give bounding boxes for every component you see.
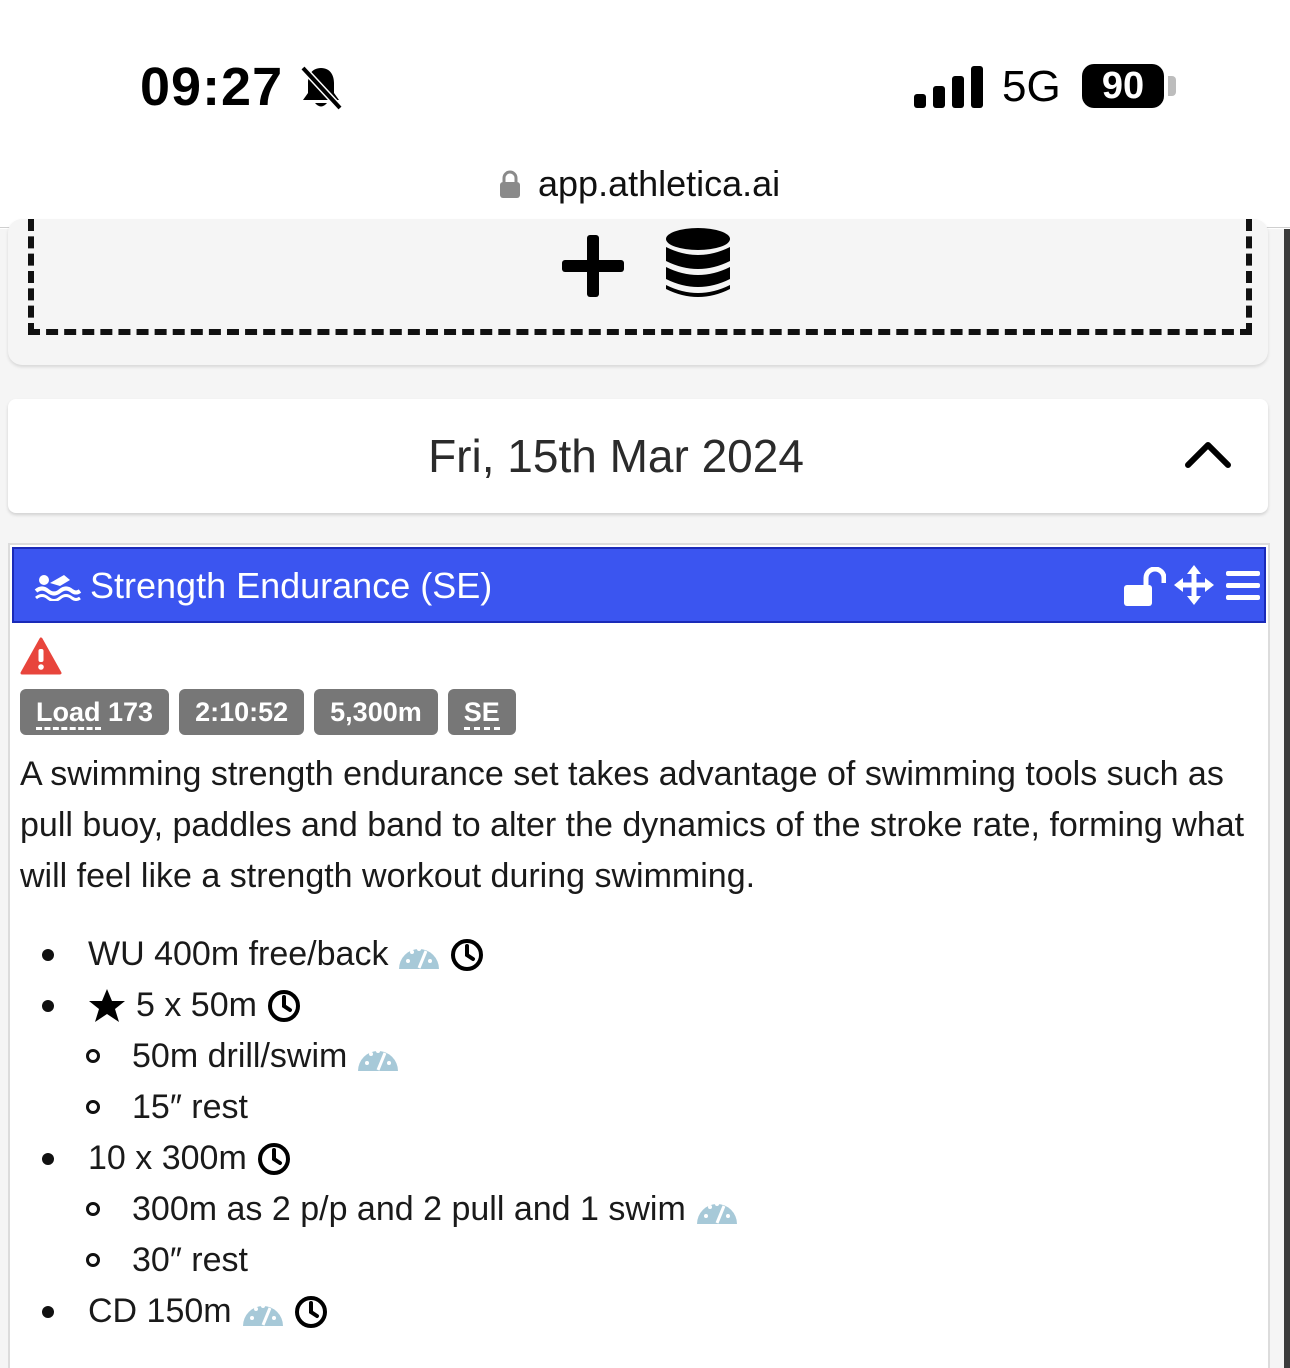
sub-bullet [86, 1049, 100, 1063]
day-header-card[interactable]: Fri, 15th Mar 2024 [8, 399, 1268, 513]
sub-bullet [86, 1202, 100, 1216]
lock-icon [500, 170, 520, 198]
status-bar: 09:27 5G 90 [0, 0, 1290, 150]
unlock-icon[interactable] [1122, 567, 1166, 607]
duration-badge: 2:10:52 [179, 689, 305, 735]
bell-slash-icon [300, 65, 343, 111]
step-text: 15″ rest [132, 1088, 248, 1126]
sub-bullet [86, 1253, 100, 1267]
list-item: 5 x 50m [20, 980, 1260, 1031]
bullet [42, 1153, 54, 1165]
page-content: Fri, 15th Mar 2024 Strength Endurance (S… [0, 219, 1290, 1368]
network-type: 5G [1002, 62, 1061, 111]
list-item: 15″ rest [20, 1082, 1260, 1133]
workout-badges: Load 173 2:10:52 5,300m SE [20, 689, 516, 735]
gauge-icon[interactable] [242, 1296, 284, 1328]
step-text: 300m as 2 p/p and 2 pull and 1 swim [132, 1190, 686, 1228]
clock-icon[interactable] [294, 1295, 328, 1329]
list-item: 50m drill/swim [20, 1031, 1260, 1082]
workout-card: Strength Endurance (SE) Load 173 2:10:52… [8, 543, 1270, 1368]
load-badge: Load 173 [20, 689, 170, 735]
workout-description: A swimming strength endurance set takes … [20, 755, 1245, 895]
clock-icon[interactable] [257, 1142, 291, 1176]
step-text: WU 400m free/back [88, 935, 389, 973]
battery-level: 90 [1082, 64, 1164, 108]
url-wrap: app.athletica.ai [500, 162, 780, 206]
url-bar[interactable]: app.athletica.ai [0, 150, 1290, 228]
clock-icon[interactable] [267, 989, 301, 1023]
url-text: app.athletica.ai [538, 163, 781, 204]
status-time: 09:27 [140, 57, 284, 117]
step-text: 5 x 50m [136, 986, 257, 1024]
sub-bullet [86, 1100, 100, 1114]
list-item: 300m as 2 p/p and 2 pull and 1 swim [20, 1184, 1260, 1235]
list-item: CD 150m [20, 1286, 1260, 1337]
type-label[interactable]: SE [463, 697, 500, 730]
add-workout-card [8, 219, 1268, 365]
list-item: WU 400m free/back [20, 929, 1260, 980]
warning-icon [20, 637, 62, 675]
step-text: 50m drill/swim [132, 1037, 348, 1075]
load-value: 173 [108, 697, 154, 727]
list-item: 10 x 300m [20, 1133, 1260, 1184]
battery-nub [1168, 76, 1176, 96]
workout-header[interactable]: Strength Endurance (SE) [12, 547, 1266, 623]
list-item: 30″ rest [20, 1235, 1260, 1286]
scroll-edge [1284, 229, 1290, 1368]
step-text: CD 150m [88, 1292, 232, 1330]
load-label[interactable]: Load [36, 697, 101, 730]
step-text: 30″ rest [132, 1241, 248, 1279]
drop-zone[interactable] [28, 219, 1252, 335]
menu-icon[interactable] [1226, 569, 1260, 603]
gauge-icon[interactable] [398, 939, 440, 971]
chevron-up-icon[interactable] [1184, 439, 1232, 469]
bullet [42, 1306, 54, 1318]
bullet [42, 949, 54, 961]
workout-title: Strength Endurance (SE) [90, 565, 493, 606]
bullet [42, 1000, 54, 1012]
gauge-icon[interactable] [696, 1194, 738, 1226]
move-icon[interactable] [1174, 565, 1214, 605]
signal-icon [914, 66, 983, 108]
type-badge: SE [447, 689, 516, 735]
plus-icon[interactable] [560, 233, 626, 299]
clock-icon[interactable] [450, 938, 484, 972]
star-icon[interactable] [88, 988, 126, 1024]
workout-steps: WU 400m free/back 5 x 50m 50m drill/swim… [20, 929, 1260, 1337]
day-title: Fri, 15th Mar 2024 [428, 430, 804, 482]
database-icon[interactable] [664, 227, 732, 301]
gauge-icon[interactable] [357, 1041, 399, 1073]
distance-badge: 5,300m [314, 689, 438, 735]
step-text: 10 x 300m [88, 1139, 247, 1177]
swimmer-icon [34, 575, 82, 601]
